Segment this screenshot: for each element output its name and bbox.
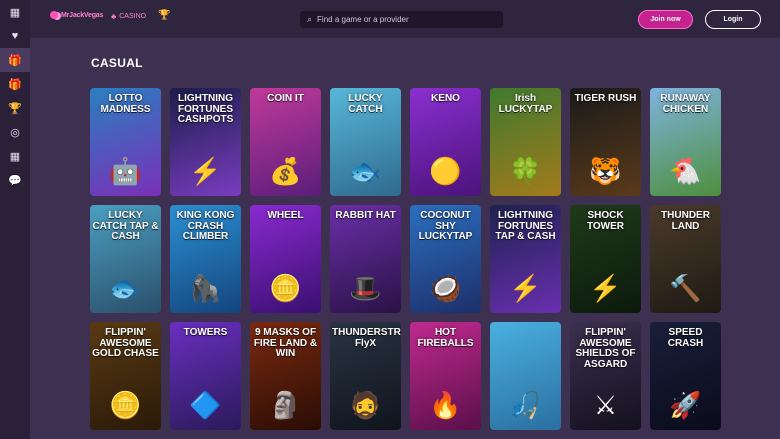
game-title: KENO — [431, 93, 460, 104]
game-title: FLIPPIN' AWESOME GOLD CHASE — [92, 327, 159, 359]
game-title: LIGHTNING FORTUNES TAP & CASH — [495, 210, 556, 242]
brand-name: MrJackVegas — [61, 11, 104, 19]
game-tile[interactable]: 9 MASKS OF FIRE LAND & WIN 🗿 — [250, 322, 321, 430]
game-art-icon: 🐔 — [669, 156, 702, 186]
game-title: TIGER RUSH — [574, 93, 637, 104]
gift-icon[interactable]: 🎁 — [0, 72, 30, 96]
game-tile[interactable]: Irish LUCKYTAP 🍀 — [490, 88, 561, 196]
game-title: 9 MASKS OF FIRE LAND & WIN — [253, 327, 318, 359]
game-art-icon: 💰 — [269, 156, 302, 186]
game-tile[interactable]: THUNDER LAND 🔨 — [650, 205, 721, 313]
game-title: TOWERS — [183, 327, 228, 338]
game-art-icon: 🧔 — [349, 390, 382, 420]
game-tile[interactable]: LUCKY CATCH TAP & CASH 🐟 — [90, 205, 161, 313]
sidebar: ▦ ♥ 🎁 🎁 🏆 ◎ ▦ 💬 — [0, 0, 30, 439]
game-tile[interactable]: SHOCK TOWER ⚡ — [570, 205, 641, 313]
game-title: RABBIT HAT — [335, 210, 396, 221]
game-art-icon: ⚡ — [509, 273, 542, 303]
game-grid: LOTTO MADNESS 🤖 LIGHTNING FORTUNES CASHPOT… — [90, 88, 721, 430]
nav-trophy-icon[interactable]: 🏆 — [158, 10, 170, 21]
game-art-icon: 🐯 — [589, 156, 622, 186]
section-title: CASUAL — [91, 56, 143, 70]
heart-icon[interactable]: ♥ — [0, 24, 30, 48]
game-art-icon: 🪙 — [109, 390, 142, 420]
game-title: HOT FIREBALLS — [417, 327, 474, 349]
game-tile[interactable]: RUNAWAY CHICKEN 🐔 — [650, 88, 721, 196]
game-art-icon: 🎣 — [509, 390, 542, 420]
game-art-icon: 🪙 — [269, 273, 302, 303]
game-tile[interactable]: COCONUT SHY LUCKYTAP 🥥 — [410, 205, 481, 313]
search-icon: ⌕ — [307, 14, 313, 24]
login-button[interactable]: Login — [705, 10, 761, 29]
nav-casino-label: CASINO — [119, 13, 147, 20]
game-title: LUCKY CATCH — [348, 93, 383, 115]
cherries-icon: ♣ — [111, 12, 117, 21]
game-title: THUNDERSTRUCK FlyX — [332, 327, 401, 349]
game-title: SPEED CRASH — [667, 327, 704, 349]
game-tile[interactable]: THUNDERSTRUCK FlyX 🧔 — [330, 322, 401, 430]
game-art-icon: ⚡ — [189, 156, 222, 186]
game-art-icon: 🎩 — [349, 273, 382, 303]
game-tile[interactable]: SPEED CRASH 🚀 — [650, 322, 721, 430]
game-title: FLIPPIN' AWESOME SHIELDS OF ASGARD — [575, 327, 636, 370]
cherry-icon — [50, 11, 58, 19]
game-tile[interactable]: WHEEL 🪙 — [250, 205, 321, 313]
game-tile[interactable]: FLIPPIN' AWESOME SHIELDS OF ASGARD ⚔ — [570, 322, 641, 430]
game-title: RUNAWAY CHICKEN — [660, 93, 711, 115]
game-tile[interactable]: LOTTO MADNESS 🤖 — [90, 88, 161, 196]
game-art-icon: 🟡 — [429, 156, 462, 186]
chat-icon[interactable]: 💬 — [0, 168, 30, 192]
game-art-icon: 🐟 — [349, 156, 382, 186]
game-title: SHOCK TOWER — [586, 210, 625, 232]
game-tile[interactable]: TIGER RUSH 🐯 — [570, 88, 641, 196]
brand-logo[interactable]: MrJackVegas — [50, 11, 103, 19]
game-tile[interactable]: COIN IT 💰 — [250, 88, 321, 196]
search-input[interactable] — [317, 15, 488, 24]
game-tile[interactable]: 🎣 — [490, 322, 561, 430]
game-art-icon: 🗿 — [269, 390, 302, 420]
dashboard-icon[interactable]: ▦ — [0, 0, 30, 24]
game-tile[interactable]: TOWERS 🔷 — [170, 322, 241, 430]
game-tile[interactable]: LUCKY CATCH 🐟 — [330, 88, 401, 196]
game-title: KING KONG CRASH CLIMBER — [176, 210, 235, 242]
trophy-icon[interactable]: 🏆 — [0, 96, 30, 120]
game-title: LUCKY CATCH TAP & CASH — [92, 210, 159, 242]
join-now-button[interactable]: Join now — [638, 10, 693, 29]
game-art-icon: 🔥 — [429, 390, 462, 420]
game-art-icon: ⚔ — [593, 390, 618, 420]
game-title: Irish LUCKYTAP — [498, 93, 553, 115]
top-bar: MrJackVegas ♣ CASINO 🏆 ⌕ Join now Login — [30, 0, 780, 38]
gift-icon[interactable]: 🎁 — [0, 48, 30, 72]
game-title: LIGHTNING FORTUNES CASHPOTS — [177, 93, 234, 125]
search-box[interactable]: ⌕ — [300, 11, 503, 28]
game-tile[interactable]: RABBIT HAT 🎩 — [330, 205, 401, 313]
game-art-icon: ⚡ — [589, 273, 622, 303]
game-title: LOTTO MADNESS — [100, 93, 151, 115]
game-tile[interactable]: KENO 🟡 — [410, 88, 481, 196]
game-art-icon: 🥥 — [429, 273, 462, 303]
game-tile[interactable]: LIGHTNING FORTUNES CASHPOTS ⚡ — [170, 88, 241, 196]
target-icon[interactable]: ◎ — [0, 120, 30, 144]
dashboard-icon[interactable]: ▦ — [0, 144, 30, 168]
game-art-icon: 🚀 — [669, 390, 702, 420]
game-art-icon: 🤖 — [109, 156, 142, 186]
game-title: THUNDER LAND — [661, 210, 710, 232]
game-title: COCONUT SHY LUCKYTAP — [418, 210, 473, 242]
game-tile[interactable]: FLIPPIN' AWESOME GOLD CHASE 🪙 — [90, 322, 161, 430]
game-art-icon: 🔷 — [189, 390, 222, 420]
game-art-icon: 🐟 — [109, 273, 142, 303]
game-tile[interactable]: HOT FIREBALLS 🔥 — [410, 322, 481, 430]
game-art-icon: 🔨 — [669, 273, 702, 303]
game-tile[interactable]: KING KONG CRASH CLIMBER 🦍 — [170, 205, 241, 313]
nav-casino[interactable]: ♣ CASINO — [111, 12, 146, 21]
game-title: WHEEL — [267, 210, 304, 221]
game-art-icon: 🍀 — [509, 156, 542, 186]
game-title: COIN IT — [267, 93, 304, 104]
game-tile[interactable]: LIGHTNING FORTUNES TAP & CASH ⚡ — [490, 205, 561, 313]
game-art-icon: 🦍 — [189, 273, 222, 303]
